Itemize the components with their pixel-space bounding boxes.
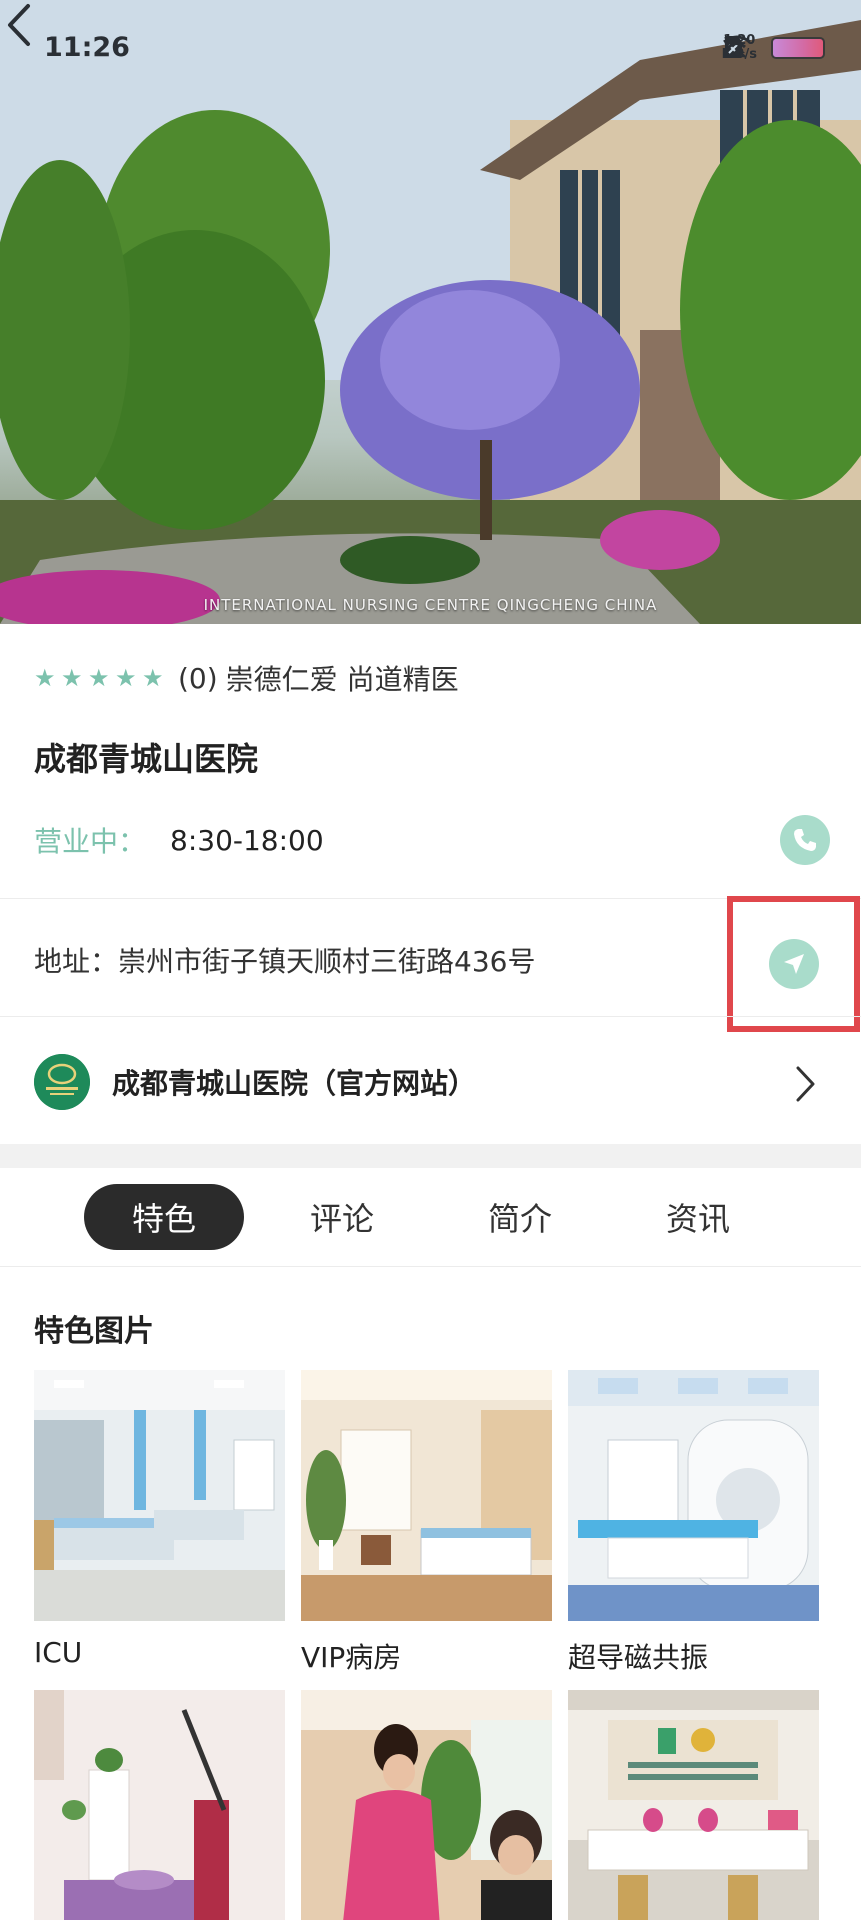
section-separator xyxy=(0,1144,861,1168)
hours-value: 8:30-18:00 xyxy=(170,823,324,857)
gallery-title: 特色图片 xyxy=(34,1314,154,1349)
rating-row: ★ ★ ★ ★ ★ (0) 崇德仁爱 尚道精医 xyxy=(34,658,459,698)
gallery-label-vip-ward: VIP病房 xyxy=(301,1641,402,1674)
vip-ward-photo xyxy=(301,1370,552,1621)
star-icon: ★ xyxy=(142,664,164,692)
gallery-image-5[interactable] xyxy=(301,1690,552,1920)
battery-icon xyxy=(771,37,825,59)
mri-photo xyxy=(568,1370,819,1621)
address-text: 地址：崇州市街子镇天顺村三街路436号 xyxy=(34,945,536,978)
rating-count: (0) xyxy=(178,661,218,695)
tab-bar: 特色 评论 简介 资讯 xyxy=(0,1168,861,1266)
gallery-image-4[interactable] xyxy=(34,1690,285,1920)
official-site-link[interactable]: 成都青城山医院（官方网站） xyxy=(0,1028,861,1136)
business-hours: 营业中： 8:30-18:00 xyxy=(34,818,324,862)
wifi-icon xyxy=(722,35,751,56)
star-icon: ★ xyxy=(34,664,56,692)
address-row: 地址：崇州市街子镇天顺村三街路436号 xyxy=(34,938,535,982)
gallery-label-icu: ICU xyxy=(34,1636,83,1669)
slogan: 崇德仁爱 尚道精医 xyxy=(225,663,459,696)
hours-status-label: 营业中： xyxy=(34,825,147,858)
treatment-room-photo xyxy=(34,1690,285,1920)
status-bar: 11:26 1.20 MB/s xyxy=(0,0,861,100)
tab-introduction[interactable]: 简介 xyxy=(440,1184,600,1250)
call-button[interactable] xyxy=(780,815,830,865)
star-icon: ★ xyxy=(88,664,110,692)
tab-news[interactable]: 资讯 xyxy=(618,1184,778,1250)
hospital-logo-emblem xyxy=(34,1054,90,1110)
navigate-button[interactable] xyxy=(768,939,819,989)
rating-stars: ★ ★ ★ ★ ★ xyxy=(34,664,164,692)
status-icons: 1.20 MB/s xyxy=(722,34,825,62)
back-arrow-icon[interactable] xyxy=(0,0,40,50)
gallery-label-mri: 超导磁共振 xyxy=(568,1641,709,1674)
star-icon: ★ xyxy=(115,664,137,692)
status-time: 11:26 xyxy=(44,32,130,63)
divider xyxy=(0,1016,861,1017)
navigate-button-highlight[interactable] xyxy=(727,896,860,1032)
phone-icon xyxy=(794,829,816,851)
chevron-right-icon xyxy=(796,1066,815,1102)
hero-caption: INTERNATIONAL NURSING CENTRE QINGCHENG C… xyxy=(203,596,658,614)
divider xyxy=(0,1266,861,1267)
official-site-name: 成都青城山医院（官方网站） xyxy=(112,1067,477,1100)
nursing-care-photo xyxy=(301,1690,552,1920)
hero-image: 11:26 1.20 MB/s INTER xyxy=(0,0,861,624)
gallery-image-vip-ward[interactable] xyxy=(301,1370,552,1621)
gallery-image-6[interactable] xyxy=(568,1690,819,1920)
hospital-name: 成都青城山医院 xyxy=(34,740,259,778)
navigation-arrow-icon xyxy=(783,954,804,974)
icu-photo xyxy=(34,1370,285,1621)
tab-features[interactable]: 特色 xyxy=(84,1184,244,1250)
gallery-image-icu[interactable] xyxy=(34,1370,285,1621)
reception-photo xyxy=(568,1690,819,1920)
hospital-logo xyxy=(34,1054,90,1110)
gallery-image-mri[interactable] xyxy=(568,1370,819,1621)
tab-reviews[interactable]: 评论 xyxy=(262,1184,422,1250)
star-icon: ★ xyxy=(61,664,83,692)
